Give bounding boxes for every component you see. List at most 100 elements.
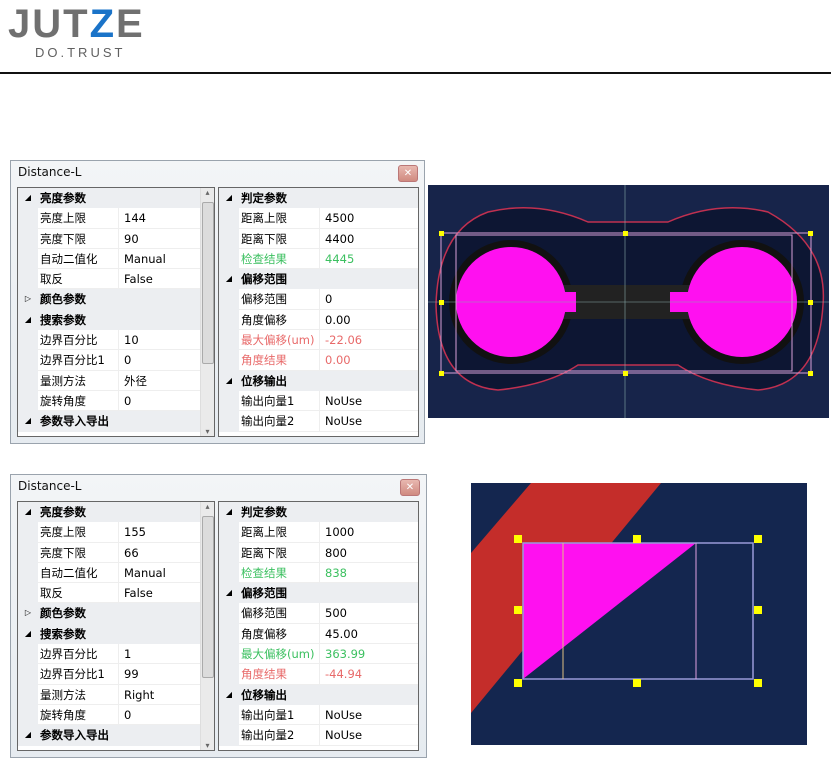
category-row[interactable]: ◢ 判定参数 <box>219 502 418 523</box>
property-value[interactable]: 45.00 <box>320 624 418 645</box>
property-value[interactable]: 4445 <box>320 249 418 270</box>
property-row[interactable]: 量测方法 Right <box>18 684 214 705</box>
property-row[interactable]: 取反 False <box>18 269 214 290</box>
property-row[interactable]: 量测方法 外径 <box>18 370 214 391</box>
property-row[interactable]: 旋转角度 0 <box>18 390 214 412</box>
property-value[interactable]: NoUse <box>320 411 418 432</box>
property-value[interactable]: 838 <box>320 563 418 584</box>
property-value[interactable]: 4400 <box>320 229 418 249</box>
category-label: 亮度参数 <box>40 191 86 205</box>
vertical-scrollbar[interactable]: ▴ ▾ <box>200 502 214 750</box>
property-label: 距离上限 <box>239 522 320 543</box>
property-value[interactable]: NoUse <box>320 705 418 726</box>
category-row[interactable]: ◢ 偏移范围 <box>219 583 418 604</box>
property-row[interactable]: 检查结果 4445 <box>219 248 418 270</box>
vertical-scrollbar[interactable]: ▴ ▾ <box>200 188 214 436</box>
collapse-arrow-icon[interactable]: ◢ <box>18 411 38 432</box>
scroll-down-icon[interactable]: ▾ <box>201 741 214 750</box>
property-row[interactable]: 输出向量1 NoUse <box>219 390 418 412</box>
property-row[interactable]: 角度结果 0.00 <box>219 350 418 371</box>
property-value[interactable]: -44.94 <box>320 664 418 685</box>
property-label: 亮度下限 <box>38 542 119 563</box>
category-row[interactable]: ◢ 搜索参数 <box>18 623 214 645</box>
property-value[interactable]: NoUse <box>320 391 418 412</box>
category-row[interactable]: ◢ 位移输出 <box>219 370 418 391</box>
property-row[interactable]: 边界百分比10 <box>18 350 214 371</box>
property-value[interactable]: 500 <box>320 603 418 624</box>
property-row[interactable]: 最大偏移(um) -22.06 <box>219 330 418 351</box>
scrollbar-thumb[interactable] <box>202 516 214 678</box>
property-value[interactable]: NoUse <box>320 725 418 746</box>
property-row[interactable]: 距离上限 4500 <box>219 208 418 229</box>
property-row[interactable]: 边界百分比10 <box>18 330 214 351</box>
collapse-arrow-icon[interactable]: ◢ <box>18 502 38 523</box>
category-row[interactable]: ◢ 偏移范围 <box>219 269 418 290</box>
property-row[interactable]: 角度结果 -44.94 <box>219 664 418 685</box>
category-row[interactable]: ◢ 位移输出 <box>219 684 418 705</box>
property-row[interactable]: 亮度下限 90 <box>18 228 214 249</box>
property-row[interactable]: 角度偏移 45.00 <box>219 623 418 645</box>
collapse-arrow-icon[interactable]: ◢ <box>18 188 38 209</box>
property-row[interactable]: 偏移范围 0 <box>219 289 418 310</box>
expand-arrow-icon[interactable]: ▷ <box>18 289 38 310</box>
row-gutter <box>219 309 239 331</box>
category-row[interactable]: ◢ 参数导入导出 <box>18 725 214 746</box>
collapse-arrow-icon[interactable]: ◢ <box>219 269 239 290</box>
property-row[interactable]: 取反 False <box>18 583 214 604</box>
collapse-arrow-icon[interactable]: ◢ <box>219 370 239 391</box>
property-row[interactable]: 距离上限 1000 <box>219 522 418 543</box>
property-value[interactable]: 800 <box>320 543 418 563</box>
category-row[interactable]: ▷ 颜色参数 <box>18 289 214 310</box>
property-row[interactable]: 输出向量2 NoUse <box>219 725 418 746</box>
property-value[interactable]: 0 <box>320 289 418 310</box>
property-row[interactable]: 角度偏移 0.00 <box>219 309 418 331</box>
scroll-down-icon[interactable]: ▾ <box>201 427 214 436</box>
category-row[interactable]: ▷ 颜色参数 <box>18 603 214 624</box>
category-row[interactable]: ◢ 亮度参数 <box>18 502 214 523</box>
property-row[interactable]: 亮度上限 155 <box>18 522 214 543</box>
property-row[interactable]: 边界百分比 1 <box>18 644 214 665</box>
property-row[interactable]: 亮度上限 144 <box>18 208 214 229</box>
property-value[interactable]: 363.99 <box>320 644 418 665</box>
category-row[interactable]: ◢ 判定参数 <box>219 188 418 209</box>
collapse-arrow-icon[interactable]: ◢ <box>18 725 38 746</box>
property-label: 偏移范围 <box>239 289 320 310</box>
collapse-arrow-icon[interactable]: ◢ <box>219 684 239 705</box>
row-gutter <box>219 644 239 665</box>
property-value[interactable]: 1000 <box>320 522 418 543</box>
property-row[interactable]: 偏移范围 500 <box>219 603 418 624</box>
close-button[interactable]: ✕ <box>398 165 418 182</box>
property-row[interactable]: 检查结果 838 <box>219 562 418 584</box>
property-row[interactable]: 边界百分比1 99 <box>18 664 214 685</box>
scroll-up-icon[interactable]: ▴ <box>201 188 214 197</box>
category-row[interactable]: ◢ 参数导入导出 <box>18 411 214 432</box>
collapse-arrow-icon[interactable]: ◢ <box>219 502 239 523</box>
scrollbar-thumb[interactable] <box>202 202 214 364</box>
property-row[interactable]: 距离下限 800 <box>219 542 418 563</box>
logo-text: Z <box>89 2 117 46</box>
collapse-arrow-icon[interactable]: ◢ <box>219 583 239 604</box>
property-row[interactable]: 最大偏移(um) 363.99 <box>219 644 418 665</box>
property-value[interactable]: 0.00 <box>320 350 418 371</box>
scroll-up-icon[interactable]: ▴ <box>201 502 214 511</box>
collapse-arrow-icon[interactable]: ◢ <box>219 188 239 209</box>
collapse-arrow-icon[interactable]: ◢ <box>18 623 38 645</box>
property-row[interactable]: 距离下限 4400 <box>219 228 418 249</box>
property-value[interactable]: 4500 <box>320 208 418 229</box>
property-row[interactable]: 自动二值化 Manual <box>18 562 214 584</box>
property-row[interactable]: 旋转角度 0 <box>18 704 214 726</box>
property-value[interactable]: -22.06 <box>320 330 418 351</box>
property-label: 旋转角度 <box>38 390 119 412</box>
close-button[interactable]: ✕ <box>400 479 420 496</box>
property-value[interactable]: 0.00 <box>320 310 418 331</box>
category-row[interactable]: ◢ 搜索参数 <box>18 309 214 331</box>
property-row[interactable]: 输出向量1 NoUse <box>219 704 418 726</box>
category-row[interactable]: ◢ 亮度参数 <box>18 188 214 209</box>
property-row[interactable]: 输出向量2 NoUse <box>219 411 418 432</box>
category-label: 搜索参数 <box>40 312 86 327</box>
expand-arrow-icon[interactable]: ▷ <box>18 603 38 624</box>
property-row[interactable]: 自动二值化 Manual <box>18 248 214 270</box>
property-row[interactable]: 亮度下限 66 <box>18 542 214 563</box>
row-gutter <box>18 350 38 371</box>
collapse-arrow-icon[interactable]: ◢ <box>18 309 38 331</box>
